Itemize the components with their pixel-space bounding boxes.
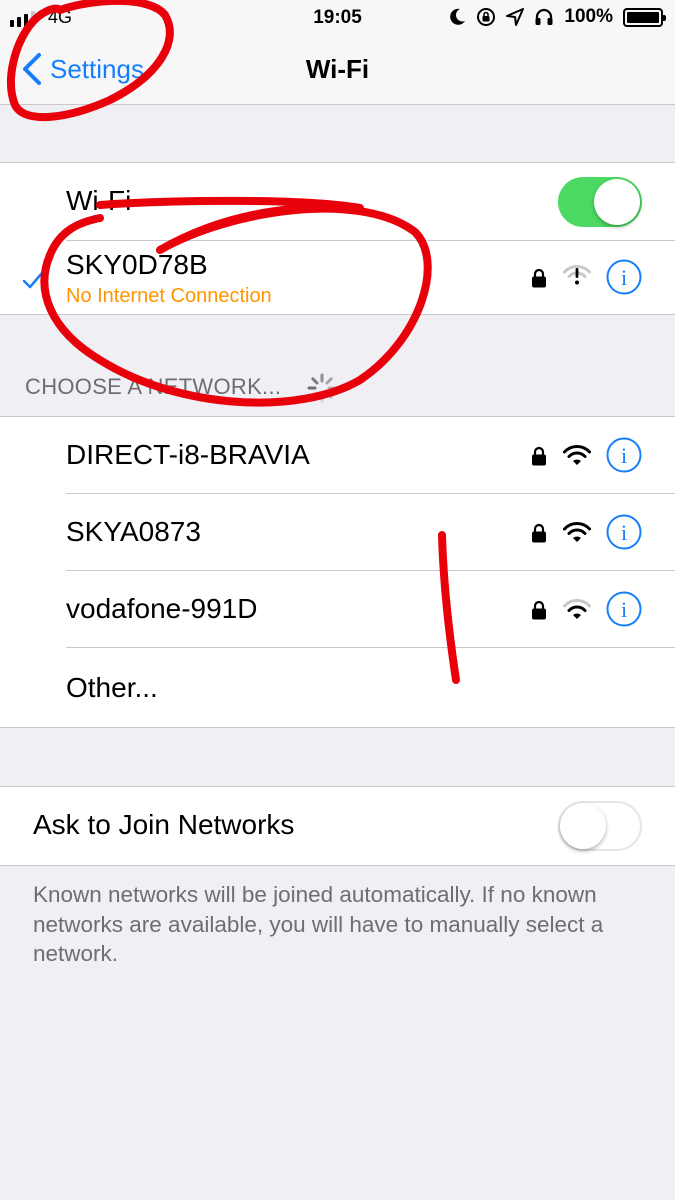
other-network-row[interactable]: Other... xyxy=(0,648,675,727)
location-icon xyxy=(506,8,525,26)
battery-percent: 100% xyxy=(564,6,613,27)
choose-network-header: CHOOSE A NETWORK... xyxy=(25,374,282,399)
lock-icon xyxy=(532,523,546,543)
connected-network-row[interactable]: SKY0D78B No Internet Connection i xyxy=(0,241,675,314)
headphones-icon xyxy=(535,8,553,25)
ask-to-join-group: Ask to Join Networks xyxy=(0,786,675,866)
network-name: SKYA0873 xyxy=(66,516,201,547)
network-name: vodafone-991D xyxy=(66,593,258,624)
wifi-toggle-row: Wi-Fi xyxy=(0,163,675,241)
wifi-strong-icon xyxy=(563,522,591,542)
svg-text:i: i xyxy=(621,520,627,545)
network-name: DIRECT-i8-BRAVIA xyxy=(66,439,310,470)
toggle-knob xyxy=(594,179,640,225)
wifi-label: Wi-Fi xyxy=(66,185,132,216)
network-row[interactable]: DIRECT-i8-BRAVIA i xyxy=(0,417,675,494)
status-icons: 100% xyxy=(450,6,666,28)
network-row[interactable]: vodafone-991D i xyxy=(0,571,675,648)
loading-spinner-icon xyxy=(307,373,337,403)
status-bar: 4G 19:05 100% xyxy=(0,0,675,36)
moon-icon xyxy=(450,8,466,25)
lock-icon xyxy=(532,600,546,620)
page-title: Wi-Fi xyxy=(305,54,370,84)
battery-level xyxy=(627,11,659,23)
wifi-medium-icon xyxy=(563,599,591,619)
ask-to-join-description: Known networks will be joined automatica… xyxy=(33,882,604,966)
network-row[interactable]: SKYA0873 i xyxy=(0,494,675,571)
rotation-lock-icon xyxy=(477,8,496,26)
info-icon[interactable]: i xyxy=(606,591,642,627)
wifi-no-internet-icon xyxy=(563,265,591,285)
svg-text:i: i xyxy=(621,265,627,290)
connected-network-name: SKY0D78B xyxy=(66,249,208,280)
checkmark-icon xyxy=(22,271,44,289)
connection-status: No Internet Connection xyxy=(66,285,272,307)
toggle-knob xyxy=(560,803,606,849)
info-icon[interactable]: i xyxy=(606,514,642,550)
network-list: DIRECT-i8-BRAVIA i SKYA0873 i vodafone-9… xyxy=(0,416,675,728)
info-icon[interactable]: i xyxy=(606,437,642,473)
ask-to-join-label: Ask to Join Networks xyxy=(33,809,295,840)
ask-to-join-toggle[interactable] xyxy=(558,801,642,851)
battery-icon xyxy=(623,7,666,27)
other-network-label: Other... xyxy=(66,672,158,703)
info-icon[interactable]: i xyxy=(606,259,642,295)
wifi-toggle[interactable] xyxy=(558,177,642,227)
lock-icon xyxy=(532,446,546,466)
svg-text:i: i xyxy=(621,597,627,622)
ask-to-join-row: Ask to Join Networks xyxy=(0,787,675,865)
wifi-group: Wi-Fi SKY0D78B No Internet Connection i xyxy=(0,162,675,315)
svg-text:i: i xyxy=(621,443,627,468)
navigation-bar: Settings Wi-Fi xyxy=(0,36,675,105)
lock-icon xyxy=(532,268,546,288)
wifi-strong-icon xyxy=(563,445,591,465)
